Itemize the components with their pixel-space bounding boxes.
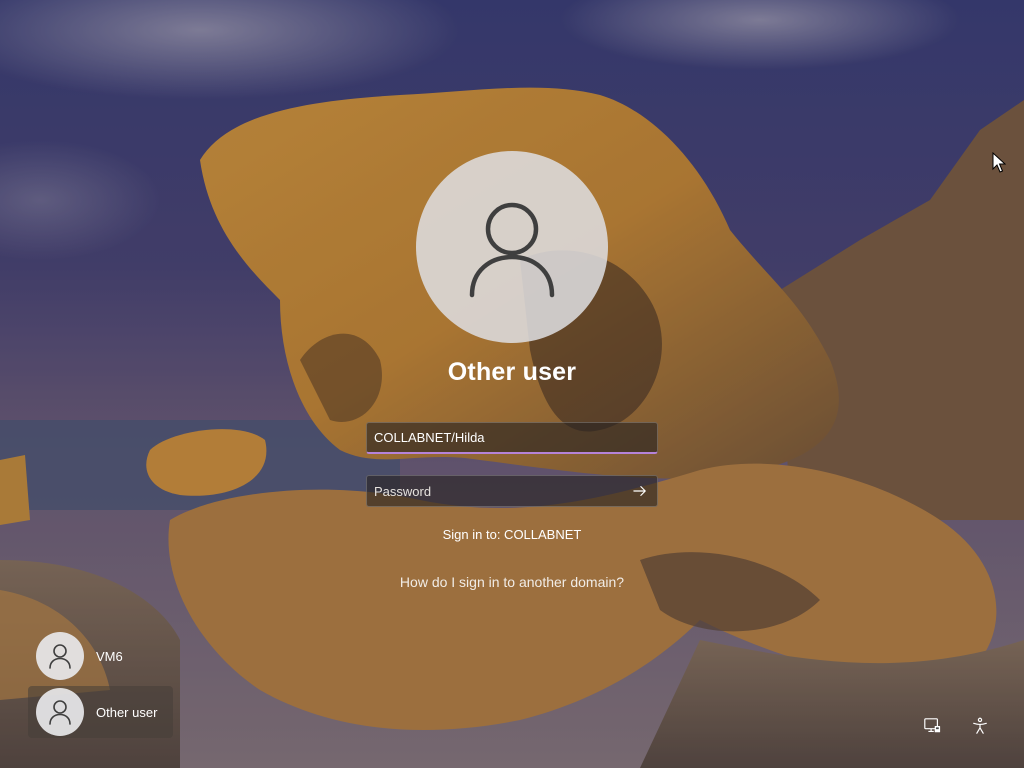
sign-in-domain-text: Sign in to: COLLABNET (442, 527, 582, 542)
avatar (36, 688, 84, 736)
accessibility-button[interactable] (965, 712, 995, 740)
username-input[interactable] (367, 423, 657, 452)
person-icon (469, 202, 555, 298)
user-list-item-other-user[interactable]: Other user (28, 686, 173, 738)
user-list-item-label: VM6 (96, 648, 123, 664)
accessibility-icon (973, 717, 987, 734)
network-icon (924, 718, 941, 733)
network-button[interactable] (917, 712, 947, 740)
selected-user-name: Other user (447, 358, 577, 386)
arrow-right-icon (633, 486, 646, 496)
user-list-item-label: Other user (96, 704, 158, 720)
username-field-container (366, 422, 658, 454)
submit-button[interactable] (629, 481, 651, 501)
password-field-container (366, 475, 658, 507)
user-avatar-large (416, 151, 608, 343)
person-icon (49, 700, 71, 725)
person-icon (49, 644, 71, 669)
other-domain-link[interactable]: How do I sign in to another domain? (312, 574, 712, 590)
password-input[interactable] (367, 476, 657, 506)
mouse-cursor-icon (992, 152, 1006, 173)
lock-screen: Other user Sign in to: COLLABNET How do … (0, 0, 1024, 768)
user-list-item-vm6[interactable]: VM6 (28, 630, 173, 682)
avatar (36, 632, 84, 680)
